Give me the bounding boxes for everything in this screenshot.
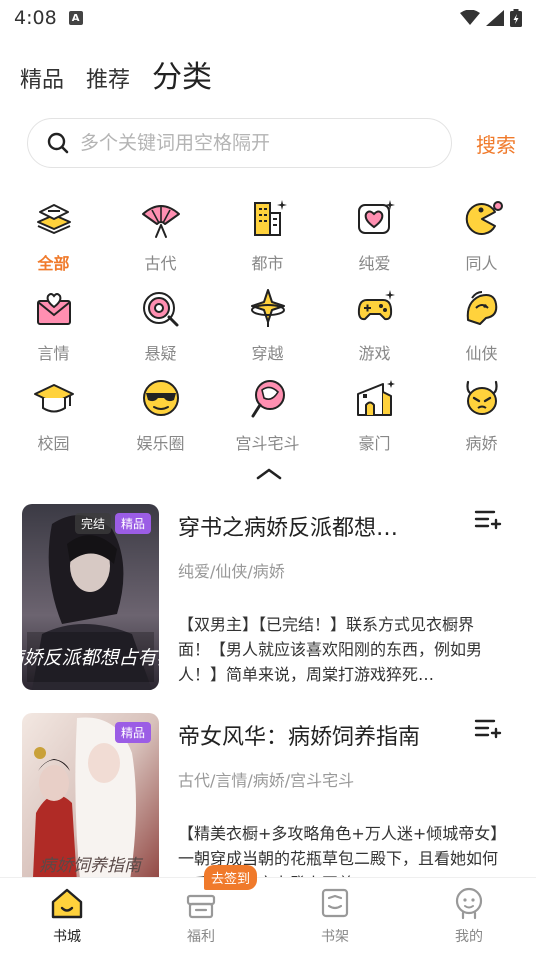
tab-fenlei[interactable]: 分类 — [152, 52, 212, 96]
notification-icon: A — [68, 11, 83, 25]
category-game[interactable]: 游戏 — [321, 286, 428, 376]
nav-profile[interactable]: 我的 — [402, 878, 536, 954]
book-cover: 病娇反派都想占有我 完结 精品 — [22, 504, 159, 690]
category-label: 同人 — [465, 254, 498, 273]
status-icons — [460, 9, 522, 27]
gamepad-icon — [357, 290, 395, 321]
fox-icon — [466, 291, 497, 325]
book-cover: 病娇饲养指南 精品 — [22, 713, 159, 899]
search-icon — [47, 132, 69, 154]
completed-badge: 完结 — [74, 513, 111, 534]
book-title: 帝女风华：病娇饲养指南 — [178, 725, 421, 750]
category-xianxia[interactable]: 仙侠 — [428, 286, 535, 376]
category-pure-love[interactable]: 纯爱 — [321, 196, 428, 286]
category-grid: 全部 古代 都市 纯爱 同人 言情 悬疑 穿越 游戏 仙侠 校园 娱乐圈 宫斗宅… — [0, 196, 536, 466]
category-label: 校园 — [37, 434, 70, 453]
book-tags: 纯爱/仙侠/病娇 — [178, 562, 285, 581]
wifi-icon — [460, 10, 480, 25]
category-ancient[interactable]: 古代 — [107, 196, 214, 286]
nav-label: 书城 — [53, 929, 81, 945]
portal-star-icon — [250, 289, 285, 327]
premium-badge: 精品 — [114, 513, 151, 534]
bottom-nav: 书城 去签到 福利 书架 我的 — [0, 865, 536, 954]
search-box[interactable] — [27, 118, 452, 168]
premium-badge: 精品 — [114, 722, 151, 743]
category-label: 穿越 — [251, 344, 284, 363]
nav-label: 书架 — [321, 929, 349, 945]
mansion-icon — [356, 380, 395, 416]
battery-icon — [510, 9, 522, 27]
collapse-chevron-up-icon[interactable] — [256, 466, 282, 480]
category-palace[interactable]: 宫斗宅斗 — [214, 376, 321, 466]
books-icon — [36, 204, 71, 234]
nav-bookstore[interactable]: 书城 — [0, 878, 134, 954]
fan-icon — [141, 205, 180, 238]
status-time: 4:08 — [14, 7, 57, 29]
category-label: 仙侠 — [465, 344, 498, 363]
category-label: 娱乐圈 — [136, 434, 185, 453]
round-fan-icon — [251, 380, 285, 418]
grad-cap-icon — [33, 384, 74, 413]
cover-title: 病娇饲养指南 — [39, 856, 144, 876]
heart-frame-icon — [357, 200, 395, 234]
add-to-shelf-icon[interactable] — [474, 717, 502, 741]
search-button[interactable]: 搜索 — [476, 129, 516, 158]
search-input[interactable] — [80, 132, 410, 154]
top-tabs: 精品 推荐 分类 — [20, 52, 212, 96]
book-tags: 古代/言情/病娇/宫斗宅斗 — [178, 771, 355, 790]
sunglasses-icon — [142, 380, 179, 416]
category-city[interactable]: 都市 — [214, 196, 321, 286]
gift-icon — [186, 894, 216, 919]
category-label: 全部 — [37, 254, 70, 273]
bookshelf-icon — [321, 888, 349, 918]
book-card[interactable]: 病娇饲养指南 精品 帝女风华：病娇饲养指南 古代/言情/病娇/宫斗宅斗 【精美衣… — [22, 713, 512, 903]
devil-icon — [465, 380, 498, 415]
category-showbiz[interactable]: 娱乐圈 — [107, 376, 214, 466]
tab-jingpin[interactable]: 精品 — [20, 62, 64, 96]
nav-bookshelf[interactable]: 书架 — [268, 878, 402, 954]
category-fanfic[interactable]: 同人 — [428, 196, 535, 286]
category-label: 游戏 — [358, 344, 391, 363]
nav-welfare[interactable]: 去签到 福利 — [134, 865, 268, 954]
category-all[interactable]: 全部 — [0, 196, 107, 286]
category-campus[interactable]: 校园 — [0, 376, 107, 466]
book-title: 穿书之病娇反派都想… — [178, 516, 399, 541]
search-row: 搜索 — [27, 118, 516, 168]
category-romance[interactable]: 言情 — [0, 286, 107, 376]
signal-icon — [486, 10, 504, 26]
category-label: 纯爱 — [358, 254, 391, 273]
category-wealthy[interactable]: 豪门 — [321, 376, 428, 466]
book-description: 【双男主】【已完结！】联系方式见衣橱界面！【男人就应该喜欢阳刚的东西，例如男人！… — [178, 615, 483, 684]
category-label: 都市 — [251, 254, 284, 273]
category-mystery[interactable]: 悬疑 — [107, 286, 214, 376]
book-card[interactable]: 病娇反派都想占有我 完结 精品 穿书之病娇反派都想… 纯爱/仙侠/病娇 【双男主… — [22, 504, 512, 694]
add-to-shelf-icon[interactable] — [474, 508, 502, 532]
love-letter-icon — [36, 293, 71, 325]
category-label: 豪门 — [358, 434, 391, 453]
target-icon — [142, 292, 178, 327]
tab-tuijian[interactable]: 推荐 — [86, 62, 130, 96]
status-bar: 4:08 A — [0, 0, 536, 36]
category-label: 悬疑 — [144, 344, 177, 363]
category-label: 宫斗宅斗 — [235, 434, 300, 453]
cover-title: 病娇反派都想占有我 — [22, 647, 159, 669]
category-yandere[interactable]: 病娇 — [428, 376, 535, 466]
profile-icon — [455, 887, 483, 920]
category-time-travel[interactable]: 穿越 — [214, 286, 321, 376]
category-label: 古代 — [144, 254, 177, 273]
home-icon — [51, 888, 83, 919]
nav-label: 福利 — [187, 929, 215, 945]
signin-badge[interactable]: 去签到 — [204, 865, 258, 890]
category-label: 言情 — [37, 344, 70, 363]
badge-row: 精品 — [114, 722, 151, 743]
category-label: 病娇 — [465, 434, 498, 453]
nav-label: 我的 — [455, 929, 483, 945]
pacman-icon — [465, 201, 503, 235]
city-icon — [253, 200, 287, 236]
badge-row: 完结 精品 — [74, 513, 151, 534]
